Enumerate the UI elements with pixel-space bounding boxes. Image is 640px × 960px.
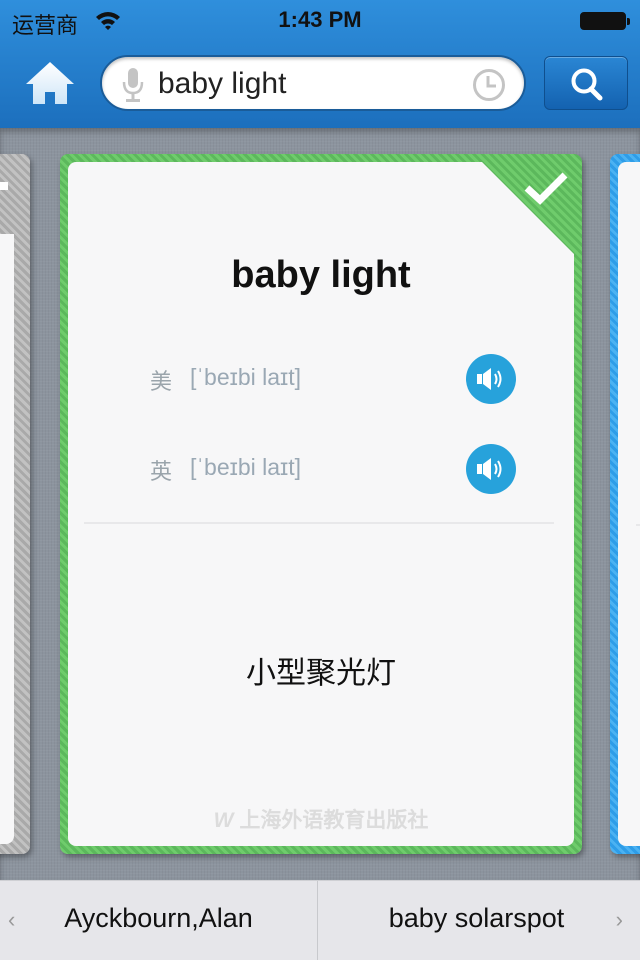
- battery-icon: [580, 12, 630, 30]
- pronunciation-label: 美: [150, 370, 173, 395]
- word-card[interactable]: baby light 美 [ˈbeɪbi laɪt] 英 [ˈbeɪbi laɪ…: [60, 154, 582, 854]
- previous-card[interactable]: [0, 154, 30, 854]
- search-input[interactable]: [158, 63, 458, 105]
- home-icon: [26, 62, 74, 104]
- publisher-watermark: W 上海外语教育出版社: [68, 804, 574, 834]
- play-us-audio-button[interactable]: [466, 354, 516, 404]
- search-button[interactable]: [544, 56, 628, 110]
- checkmark-fragment: [0, 182, 8, 190]
- pronunciation-us: 美 [ˈbeɪbi laɪt]: [150, 354, 520, 404]
- divider: [84, 522, 554, 524]
- header: 运营商 1:43 PM: [0, 0, 640, 128]
- phonetic-text: [ˈbeɪbi laɪt]: [190, 364, 301, 390]
- search-icon: [571, 68, 603, 101]
- speaker-icon: [477, 458, 502, 480]
- play-uk-audio-button[interactable]: [466, 444, 516, 494]
- divider: [636, 524, 640, 526]
- word-title: baby light: [231, 254, 411, 296]
- clock-time: 1:43 PM: [278, 7, 362, 32]
- speaker-icon: [477, 368, 502, 390]
- previous-word-button[interactable]: ‹ Ayckbourn,Alan: [0, 881, 317, 960]
- microphone-icon[interactable]: [120, 67, 146, 103]
- word-meaning: 小型聚光灯: [246, 656, 396, 691]
- publisher-logo: W: [213, 809, 234, 832]
- clock-icon[interactable]: [472, 68, 506, 102]
- word-card-body: baby light 美 [ˈbeɪbi laɪt] 英 [ˈbeɪbi laɪ…: [68, 162, 574, 846]
- bottom-navigation: ‹ Ayckbourn,Alan baby solarspot ›: [0, 880, 640, 960]
- pronunciation-label: 英: [150, 460, 173, 485]
- card-carousel[interactable]: baby light 美 [ˈbeɪbi laɪt] 英 [ˈbeɪbi laɪ…: [0, 128, 640, 880]
- search-box[interactable]: [100, 55, 526, 111]
- pronunciation-uk: 英 [ˈbeɪbi laɪt]: [150, 444, 520, 494]
- checkmark-icon: [524, 172, 568, 205]
- phonetic-text: [ˈbeɪbi laɪt]: [190, 454, 301, 480]
- chevron-right-icon: ›: [615, 907, 623, 932]
- next-word-label: baby solarspot: [388, 903, 565, 933]
- home-button[interactable]: [24, 58, 76, 108]
- next-card-body: [618, 162, 640, 846]
- previous-word-label: Ayckbourn,Alan: [64, 903, 253, 933]
- previous-card-body: [0, 184, 14, 844]
- next-card[interactable]: [610, 154, 640, 854]
- publisher-name: 上海外语教育出版社: [239, 808, 429, 832]
- next-word-button[interactable]: baby solarspot ›: [318, 881, 635, 960]
- status-bar: 运营商 1:43 PM: [0, 0, 640, 40]
